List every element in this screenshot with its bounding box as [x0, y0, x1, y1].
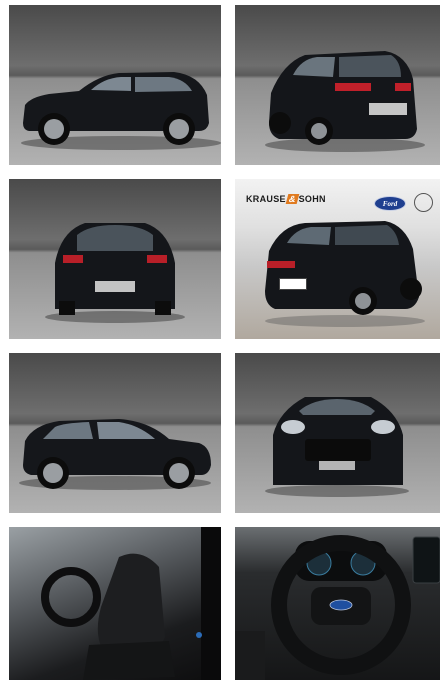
- photo-dashboard[interactable]: [235, 527, 440, 680]
- interior-seat-image: [41, 527, 221, 680]
- dashboard-image: [235, 535, 440, 680]
- photo-side-left[interactable]: [9, 5, 221, 165]
- dealer-name-2: SOHN: [298, 194, 326, 204]
- car-front-image: [265, 397, 409, 497]
- car-side-right-image: [19, 419, 211, 490]
- photo-side-right[interactable]: [9, 353, 221, 513]
- photo-rear[interactable]: [9, 179, 221, 339]
- car-rear-image: [45, 223, 185, 323]
- car-rear-three-quarter-image: [265, 51, 425, 152]
- dealer-plate: [279, 278, 307, 290]
- circle-logo-icon: [414, 193, 433, 212]
- photo-gallery: KRAUSE & SOHN Ford: [0, 0, 440, 680]
- photo-rear-three-quarter[interactable]: [235, 5, 440, 165]
- dealer-logo: KRAUSE & SOHN: [246, 194, 326, 204]
- ford-logo-icon: Ford: [374, 196, 406, 211]
- car-side-left-image: [21, 72, 221, 150]
- photo-interior-seat[interactable]: [9, 527, 221, 680]
- brand-badge-label: Ford: [382, 199, 398, 208]
- photo-showroom[interactable]: KRAUSE & SOHN Ford: [235, 179, 440, 339]
- photo-front[interactable]: [235, 353, 440, 513]
- dealer-logo-mark: &: [285, 194, 299, 204]
- dealer-name: KRAUSE: [246, 194, 286, 204]
